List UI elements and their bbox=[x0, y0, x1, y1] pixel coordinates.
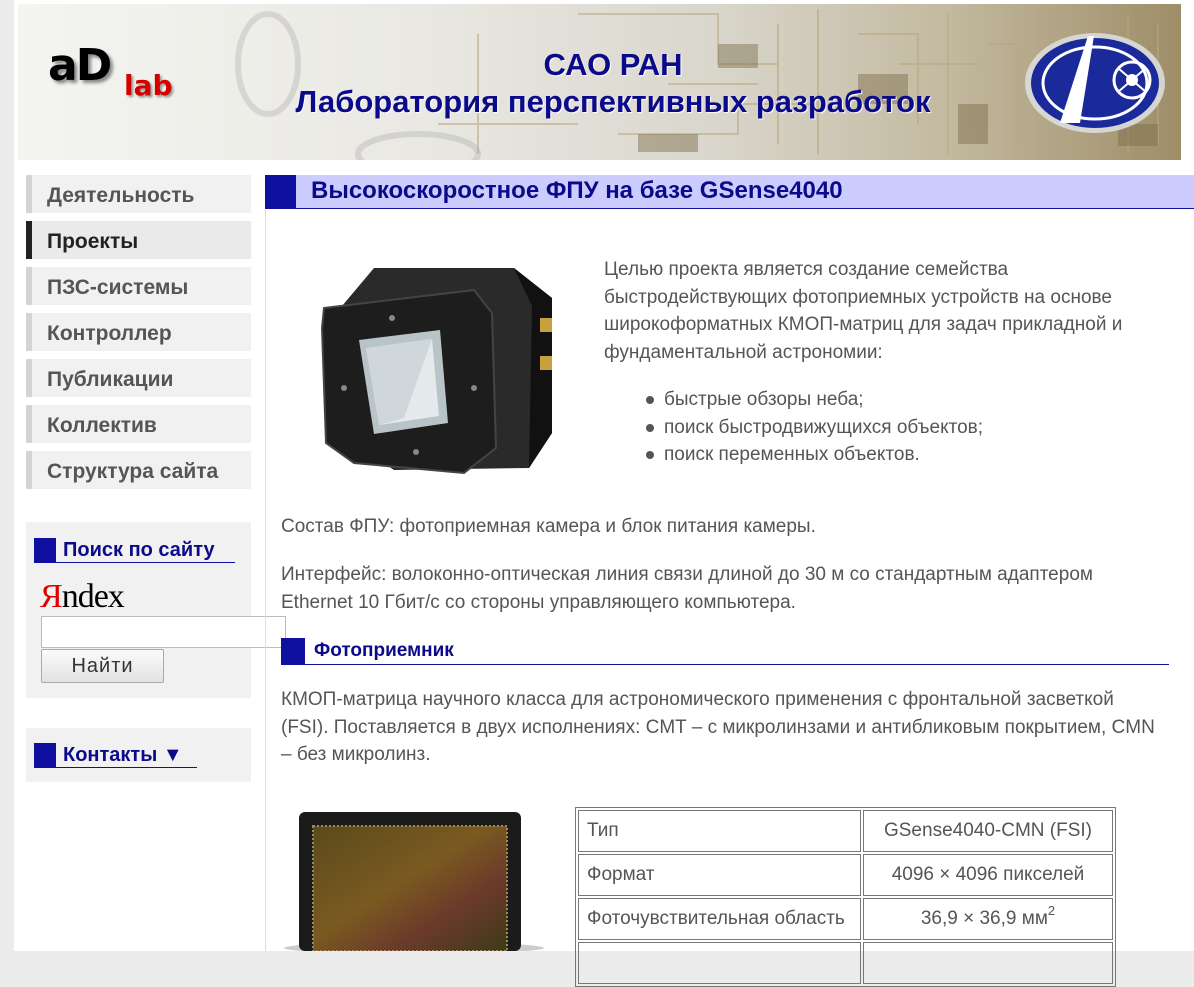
spec-label: Формат bbox=[578, 854, 861, 896]
search-input[interactable] bbox=[41, 616, 286, 648]
search-box-title: Поиск по сайту bbox=[63, 539, 215, 561]
site-title: САО РАН Лаборатория перспективных разраб… bbox=[218, 46, 1008, 120]
search-button[interactable]: Найти bbox=[41, 649, 164, 683]
spec-value: 36,9 × 36,9 мм2 bbox=[863, 898, 1113, 940]
logo-ad[interactable]: aD bbox=[48, 44, 112, 88]
heading-square-icon bbox=[281, 638, 305, 664]
list-item: поиск переменных объектов. bbox=[644, 441, 983, 469]
sidebar-menu: Деятельность Проекты ПЗС-системы Контрол… bbox=[26, 175, 251, 497]
page-title: Высокоскоростное ФПУ на базе GSense4040 bbox=[311, 177, 843, 204]
sensor-chip-image bbox=[284, 812, 544, 951]
page-title-bar: Высокоскоростное ФПУ на базе GSense4040 bbox=[265, 175, 1194, 209]
yandex-logo: Яndex bbox=[40, 578, 125, 615]
search-box: Поиск по сайту Яndex Найти bbox=[26, 522, 286, 698]
contacts-title: Контакты ▼ bbox=[63, 744, 183, 766]
sao-emblem-icon[interactable] bbox=[1020, 28, 1170, 138]
sidebar-item-team[interactable]: Коллектив bbox=[26, 405, 251, 443]
section-title: Фотоприемник bbox=[314, 640, 454, 661]
logo-lab[interactable]: lab bbox=[124, 72, 173, 100]
content-divider bbox=[265, 210, 266, 951]
spec-value: 4096 × 4096 пикселей bbox=[863, 854, 1113, 896]
heading-square-icon bbox=[34, 743, 56, 767]
section-heading: Фотоприемник bbox=[281, 638, 1169, 665]
composition-text: Состав ФПУ: фотоприемная камера и блок п… bbox=[281, 516, 816, 537]
sensor-description: КМОП-матрица научного класса для астроно… bbox=[281, 689, 1155, 765]
interface-text: Интерфейс: волоконно-оптическая линия св… bbox=[281, 564, 1093, 613]
sidebar-item-site-map[interactable]: Структура сайта bbox=[26, 451, 251, 489]
sidebar-item-controller[interactable]: Контроллер bbox=[26, 313, 251, 351]
intro-text: Целью проекта является создание семейств… bbox=[604, 259, 1123, 363]
sidebar-item-activity[interactable]: Деятельность bbox=[26, 175, 251, 213]
list-item: быстрые обзоры неба; bbox=[644, 386, 983, 414]
title-square-icon bbox=[265, 175, 296, 208]
spec-table: Тип GSense4040-CMN (FSI) Формат 4096 × 4… bbox=[575, 807, 1116, 987]
table-row: Фоточувствительная область 36,9 × 36,9 м… bbox=[578, 898, 1113, 940]
goals-list: быстрые обзоры неба; поиск быстродвижущи… bbox=[644, 386, 983, 469]
sidebar-item-ccd-systems[interactable]: ПЗС-системы bbox=[26, 267, 251, 305]
spec-label: Фоточувствительная область bbox=[578, 898, 861, 940]
spec-label bbox=[578, 942, 861, 984]
spec-value bbox=[863, 942, 1113, 984]
search-box-heading: Поиск по сайту bbox=[34, 538, 235, 563]
table-row bbox=[578, 942, 1113, 984]
contacts-toggle[interactable]: Контакты ▼ bbox=[34, 743, 197, 768]
heading-square-icon bbox=[34, 538, 56, 562]
table-row: Формат 4096 × 4096 пикселей bbox=[578, 854, 1113, 896]
site-header: aD lab САО РАН Лаборатория перспективных… bbox=[18, 4, 1181, 160]
camera-image bbox=[320, 268, 552, 475]
contacts-box: Контакты ▼ bbox=[26, 728, 251, 782]
spec-label: Тип bbox=[578, 810, 861, 852]
spec-value: GSense4040-CMN (FSI) bbox=[863, 810, 1113, 852]
sidebar-item-projects[interactable]: Проекты bbox=[26, 221, 251, 259]
table-row: Тип GSense4040-CMN (FSI) bbox=[578, 810, 1113, 852]
site-title-line2: Лаборатория перспективных разработок bbox=[295, 84, 931, 119]
site-title-line1: САО РАН bbox=[543, 47, 683, 82]
list-item: поиск быстродвижущихся объектов; bbox=[644, 414, 983, 442]
sidebar-item-publications[interactable]: Публикации bbox=[26, 359, 251, 397]
page: aD lab САО РАН Лаборатория перспективных… bbox=[14, 0, 1194, 987]
